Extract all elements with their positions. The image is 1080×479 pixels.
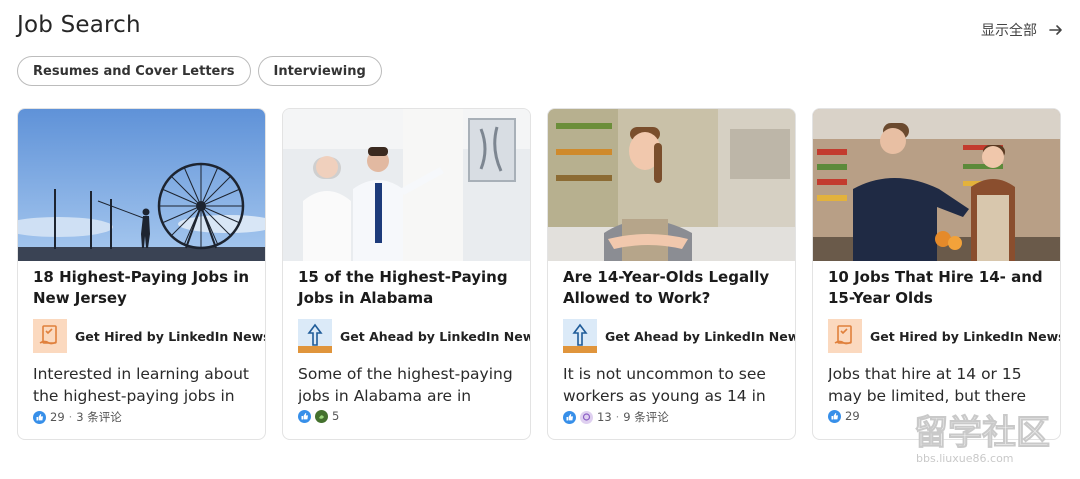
grocery-checkout-image: [813, 109, 1060, 261]
article-source: Get Ahead by LinkedIn News: [298, 319, 530, 353]
social-counts: 13 · 9 条评论: [563, 409, 669, 425]
source-name: Get Ahead by LinkedIn News: [340, 328, 531, 344]
like-reaction-icon: [298, 409, 311, 423]
article-source: Get Ahead by LinkedIn News: [563, 319, 795, 353]
article-cards: 18 Highest-Paying Jobs in New Jersey Get…: [17, 108, 1061, 440]
reaction-count[interactable]: 29: [50, 410, 65, 424]
article-snippet: Jobs that hire at 14 or 15 may be limite…: [828, 365, 1026, 405]
social-counts: 29: [828, 409, 860, 423]
ferris-wheel-image: [18, 109, 265, 261]
social-counts: 5: [298, 409, 339, 423]
reaction-count[interactable]: 13: [597, 410, 612, 424]
watermark-text: 留学社区: [914, 413, 1050, 453]
reaction-count[interactable]: 29: [845, 409, 860, 423]
get-hired-logo-icon: [828, 319, 862, 353]
source-name: Get Hired by LinkedIn News: [75, 328, 266, 344]
article-card[interactable]: 18 Highest-Paying Jobs in New Jersey Get…: [17, 108, 266, 440]
support-reaction-icon: [315, 409, 328, 423]
doctors-image: [283, 109, 530, 261]
article-source: Get Hired by LinkedIn News: [33, 319, 265, 353]
insightful-reaction-icon: [580, 410, 593, 424]
article-card[interactable]: 10 Jobs That Hire 14- and 15-Year Olds G…: [812, 108, 1061, 440]
chip-resumes[interactable]: Resumes and Cover Letters: [17, 56, 251, 86]
article-title: 10 Jobs That Hire 14- and 15-Year Olds: [828, 268, 1043, 307]
like-reaction-icon: [33, 410, 46, 424]
article-snippet: Some of the highest-paying jobs in Alaba…: [298, 365, 513, 405]
article-snippet: It is not uncommon to see workers as you…: [563, 365, 766, 405]
get-ahead-logo-icon: [563, 319, 597, 353]
get-hired-logo-icon: [33, 319, 67, 353]
like-reaction-icon: [563, 410, 576, 424]
watermark-url: bbs.liuxue86.com: [916, 452, 1014, 465]
comment-count[interactable]: 9 条评论: [623, 409, 668, 425]
section-header: Job Search 显示全部: [17, 12, 1063, 44]
article-card[interactable]: 15 of the Highest-Paying Jobs in Alabama…: [282, 108, 531, 440]
show-all-label: 显示全部: [981, 23, 1037, 39]
article-title: Are 14-Year-Olds Legally Allowed to Work…: [563, 268, 770, 307]
source-name: Get Ahead by LinkedIn News: [605, 328, 796, 344]
get-ahead-logo-icon: [298, 319, 332, 353]
like-reaction-icon: [828, 409, 841, 423]
article-title: 15 of the Highest-Paying Jobs in Alabama: [298, 268, 508, 307]
article-card[interactable]: Are 14-Year-Olds Legally Allowed to Work…: [547, 108, 796, 440]
cashier-girl-image: [548, 109, 795, 261]
chip-interviewing[interactable]: Interviewing: [257, 56, 382, 86]
separator: ·: [615, 410, 620, 424]
topic-chips: Resumes and Cover Letters Interviewing: [17, 56, 382, 86]
separator: ·: [68, 410, 73, 424]
article-title: 18 Highest-Paying Jobs in New Jersey: [33, 268, 250, 307]
arrow-right-icon: [1049, 25, 1062, 35]
comment-count[interactable]: 3 条评论: [76, 409, 121, 425]
social-counts: 29 · 3 条评论: [33, 409, 122, 425]
site-watermark: 留学社区 bbs.liuxue86.com: [914, 413, 1051, 466]
reaction-count[interactable]: 5: [332, 409, 339, 423]
show-all-link[interactable]: 显示全部: [981, 20, 1063, 40]
article-snippet: Interested in learning about the highest…: [33, 365, 249, 405]
source-name: Get Hired by LinkedIn News: [870, 328, 1061, 344]
section-title: Job Search: [17, 12, 141, 38]
article-source: Get Hired by LinkedIn News: [828, 319, 1060, 353]
